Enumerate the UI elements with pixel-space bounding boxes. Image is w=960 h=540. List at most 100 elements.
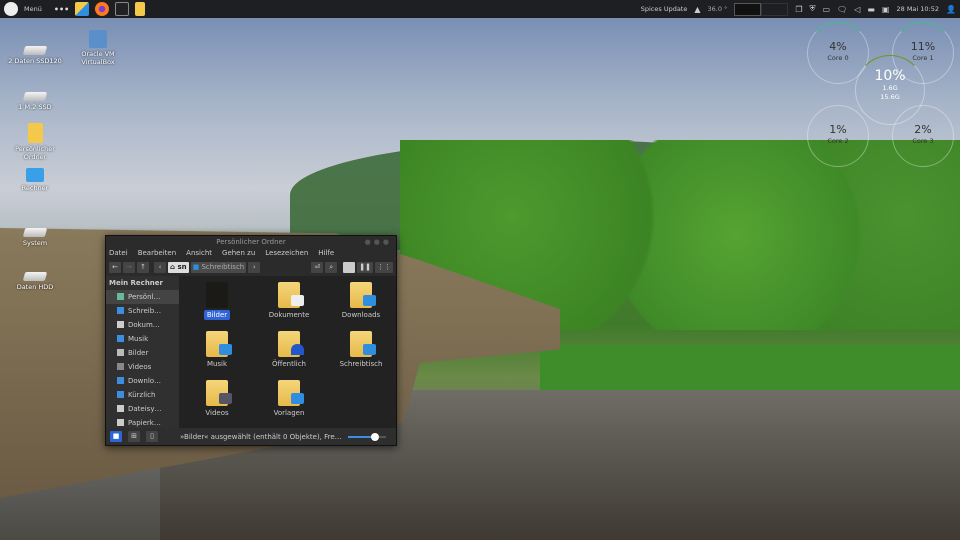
forward-button[interactable]: → <box>123 262 135 273</box>
desktop-icon[interactable]: 1 M.2 SSD <box>5 86 65 111</box>
clock[interactable]: 28 Mai 10:52 <box>896 5 939 13</box>
shield-icon[interactable]: ⛨ <box>809 4 815 14</box>
status-bar: ■ ⊞ ▯ »Bilder« ausgewählt (enthält 0 Obj… <box>106 428 396 445</box>
dots-icon[interactable]: ••• <box>54 5 69 14</box>
drive-icon <box>22 228 48 237</box>
computer-icon <box>26 168 44 182</box>
toggle-location-button[interactable]: ⏎ <box>311 262 324 273</box>
spices-update-applet[interactable]: Spices Update <box>641 5 688 13</box>
public-folder-icon <box>278 331 304 357</box>
file-item-bilder[interactable]: Bilder <box>182 278 252 320</box>
sidebar-item-pictures[interactable]: Bilder <box>106 346 179 360</box>
video-icon <box>117 363 124 370</box>
sidebar-item-documents[interactable]: Dokum… <box>106 318 179 332</box>
up-button[interactable]: ↑ <box>137 262 149 273</box>
music-icon <box>117 335 124 342</box>
downloads-folder-icon <box>350 282 376 308</box>
sidebar-item-home[interactable]: Persönl… <box>106 290 179 304</box>
download-icon <box>117 377 124 384</box>
file-item-videos[interactable]: Videos <box>182 376 252 417</box>
zoom-slider[interactable] <box>347 432 386 441</box>
status-text: »Bilder« ausgewählt (enthält 0 Objekte),… <box>180 432 342 441</box>
menu-bar: Datei Bearbeiten Ansicht Gehen zu Leseze… <box>106 249 396 260</box>
document-icon <box>117 321 124 328</box>
menu-icon[interactable] <box>4 2 18 16</box>
file-view: Bilder Dokumente Downloads Musik Öffentl… <box>179 276 396 430</box>
path-right-button[interactable]: › <box>248 262 261 273</box>
window-titlebar[interactable]: Persönlicher Ordner ●●● <box>106 236 396 249</box>
drive-icon <box>22 46 48 55</box>
file-item-downloads[interactable]: Downloads <box>326 278 396 319</box>
file-item-vorlagen[interactable]: Vorlagen <box>254 376 324 417</box>
weather-icon[interactable]: ▲ <box>694 5 700 14</box>
chat-icon[interactable]: 🗨 <box>837 5 847 14</box>
open-window-folder-icon[interactable] <box>135 2 146 16</box>
icon-view-button[interactable] <box>343 262 356 273</box>
compact-view-button[interactable]: ⋮⋮ <box>375 262 393 273</box>
menu-datei[interactable]: Datei <box>109 249 128 260</box>
tree-toggle-button[interactable]: ⊞ <box>128 431 140 442</box>
desktop-icon[interactable]: Oracle VM VirtualBox <box>68 30 128 66</box>
drive-icon <box>22 92 48 101</box>
terminal-icon[interactable] <box>115 2 130 16</box>
list-view-button[interactable]: ❚❚ <box>357 262 373 273</box>
pictures-folder-icon <box>206 282 228 308</box>
file-item-musik[interactable]: Musik <box>182 327 252 368</box>
music-folder-icon <box>206 331 232 357</box>
sidebar-item-videos[interactable]: Videos <box>106 360 179 374</box>
files-launcher-icon[interactable] <box>75 2 90 16</box>
path-desktop[interactable]: ■ Schreibtisch <box>190 262 247 273</box>
wallpaper-grass <box>540 345 960 395</box>
windows-icon[interactable]: ❐ <box>795 5 802 14</box>
hide-sidebar-button[interactable]: ▯ <box>146 431 158 442</box>
back-button[interactable]: ← <box>109 262 121 273</box>
display-icon[interactable]: ▣ <box>882 5 890 14</box>
file-item-schreibtisch[interactable]: Schreibtisch <box>326 327 396 368</box>
zoom-slider-handle[interactable] <box>370 432 379 441</box>
menu-lesezeichen[interactable]: Lesezeichen <box>265 249 308 260</box>
file-item-oeffentlich[interactable]: Öffentlich <box>254 327 324 368</box>
menu-button[interactable]: Menü <box>24 5 42 13</box>
desktop-icon[interactable]: Persönlicher Ordner <box>5 123 65 161</box>
path-left-button[interactable]: ‹ <box>154 262 166 273</box>
volume-icon[interactable]: ◁ <box>854 5 860 14</box>
trash-icon <box>117 419 124 426</box>
temperature[interactable]: 36.0 ° <box>708 5 728 13</box>
menu-bearbeiten[interactable]: Bearbeiten <box>138 249 176 260</box>
file-manager-window: Persönlicher Ordner ●●● Datei Bearbeiten… <box>105 235 397 446</box>
home-icon <box>117 293 124 300</box>
user-icon[interactable]: 👤 <box>946 5 956 14</box>
desktop-folder-icon <box>350 331 376 357</box>
toolbar: ← → ↑ ‹ ⌂ sn ■ Schreibtisch › ⏎ ⌕ ❚❚ ⋮⋮ <box>106 260 396 275</box>
menu-hilfe[interactable]: Hilfe <box>318 249 334 260</box>
sidebar-item-filesystem[interactable]: Dateisy… <box>106 402 179 416</box>
recent-icon <box>117 391 124 398</box>
firefox-icon[interactable] <box>95 2 110 16</box>
drive-icon <box>117 405 124 412</box>
path-home[interactable]: ⌂ sn <box>168 262 189 273</box>
sidebar-item-music[interactable]: Musik <box>106 332 179 346</box>
desktop-icon[interactable]: Rechner <box>5 168 65 192</box>
search-icon[interactable]: ⌕ <box>325 262 338 273</box>
home-folder-icon <box>27 123 43 143</box>
battery-icon[interactable]: ▬ <box>867 5 875 14</box>
file-item-dokumente[interactable]: Dokumente <box>254 278 324 319</box>
desktop-icon[interactable]: System <box>5 222 65 247</box>
places-toggle-button[interactable]: ■ <box>110 431 122 442</box>
templates-folder-icon <box>278 380 304 406</box>
sidebar-item-recent[interactable]: Kürzlich <box>106 388 179 402</box>
sidebar-item-desktop[interactable]: Schreib… <box>106 304 179 318</box>
sidebar-item-downloads[interactable]: Downlo… <box>106 374 179 388</box>
menu-gehen-zu[interactable]: Gehen zu <box>222 249 255 260</box>
documents-folder-icon <box>278 282 304 308</box>
desktop-icon <box>117 307 124 314</box>
workspace-switcher[interactable] <box>734 2 789 16</box>
sidebar-header[interactable]: Mein Rechner <box>106 276 179 290</box>
menu-ansicht[interactable]: Ansicht <box>186 249 212 260</box>
desktop-icon[interactable]: Daten HDD <box>5 266 65 291</box>
core-gauge: 1% Core 2 <box>807 105 869 167</box>
window-controls[interactable]: ●●● <box>365 236 392 249</box>
network-icon[interactable]: ▭ <box>822 5 830 14</box>
desktop-icon[interactable]: 2 Daten SSD120 <box>5 40 65 65</box>
core-gauge: 2% Core 3 <box>892 105 954 167</box>
